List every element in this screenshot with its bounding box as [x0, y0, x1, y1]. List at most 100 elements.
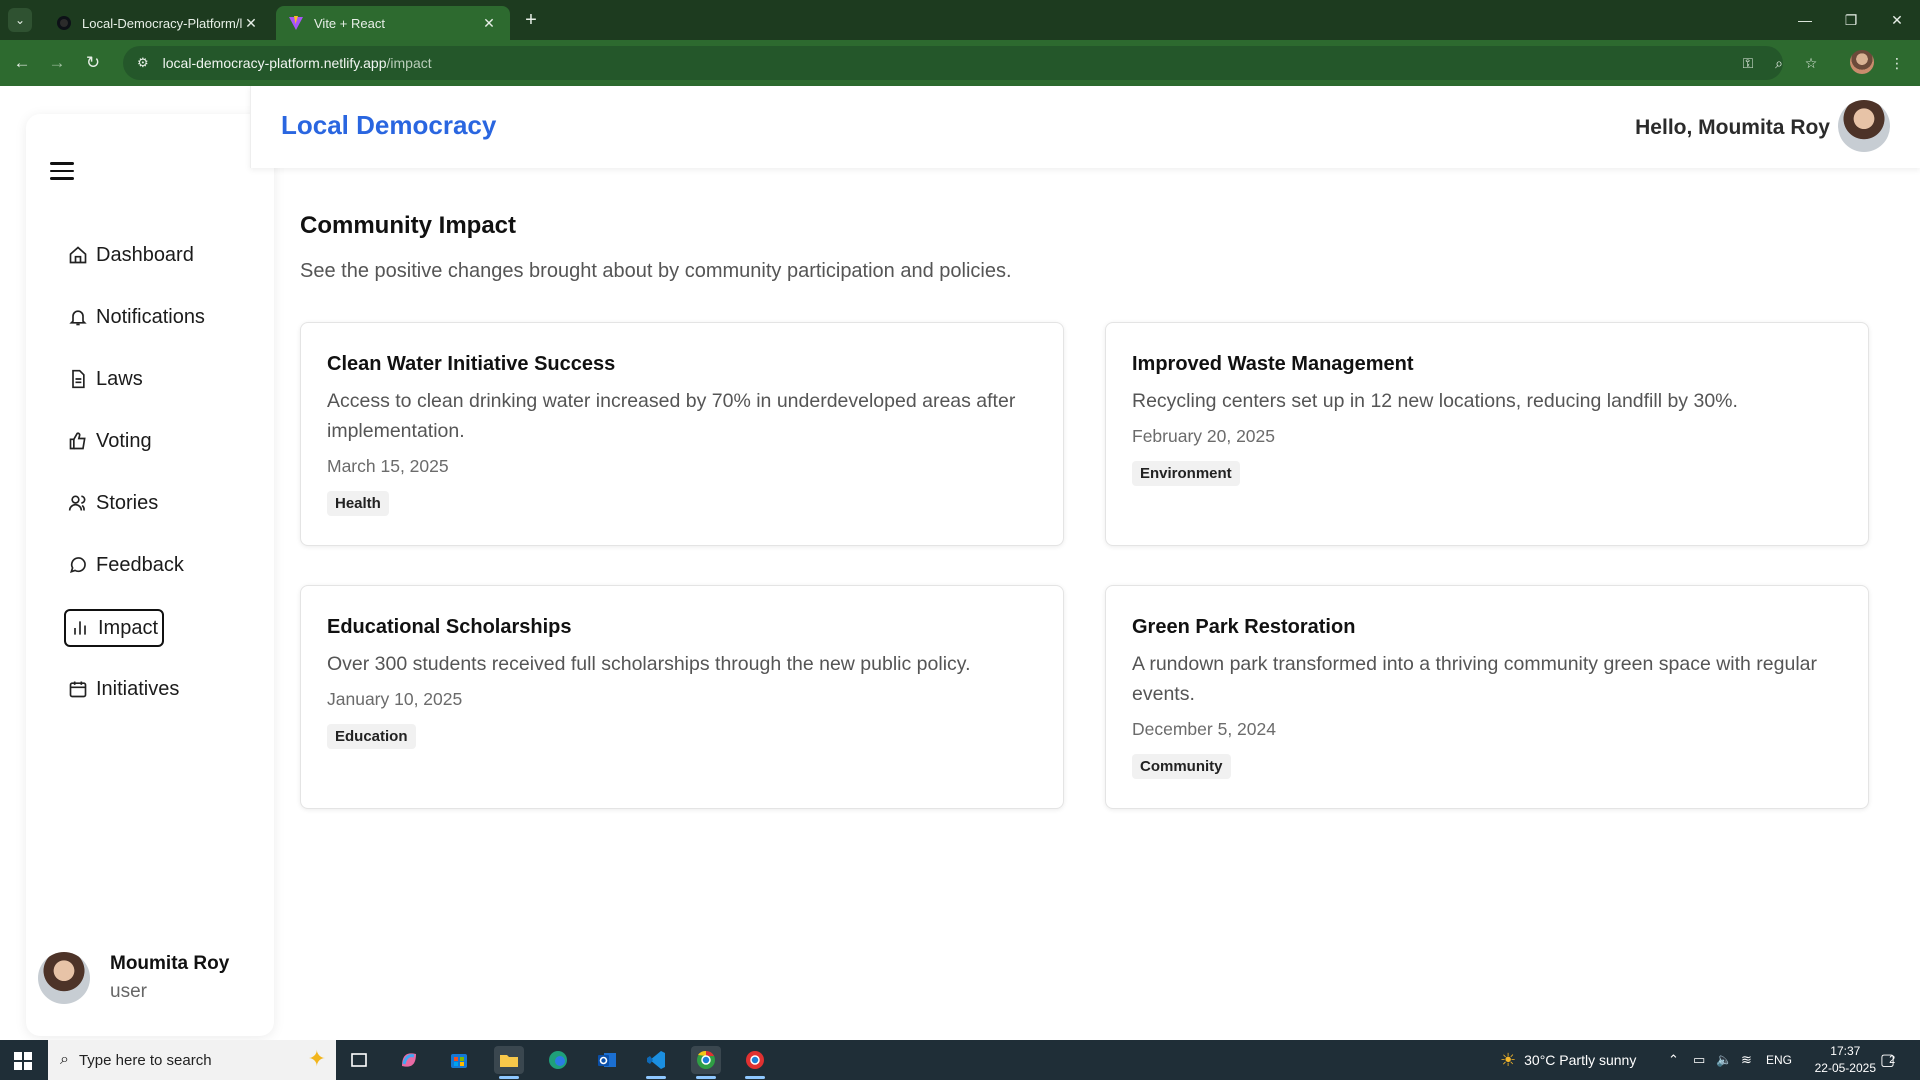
browser-tab-github[interactable]: Local-Democracy-Platform/local-democracy… — [44, 6, 272, 40]
site-info-icon[interactable]: ⚙ — [137, 55, 149, 71]
back-arrow-icon[interactable]: ← — [10, 51, 34, 75]
weather-text: 30°C Partly sunny — [1524, 1052, 1637, 1068]
windows-start-icon[interactable] — [14, 1052, 32, 1070]
sparkle-icon: ✦ — [307, 1046, 326, 1071]
impact-card: Educational Scholarships Over 300 studen… — [300, 585, 1064, 809]
bookmark-star-icon[interactable]: ☆ — [1800, 52, 1822, 74]
tab-title: Local-Democracy-Platform/local-democracy — [82, 15, 242, 31]
file-explorer-icon[interactable] — [494, 1046, 524, 1079]
clock-time: 17:37 — [1830, 1044, 1861, 1058]
home-icon — [69, 246, 87, 264]
taskbar-search-placeholder: Type here to search — [78, 1051, 212, 1069]
card-title: Improved Waste Management — [1132, 353, 1414, 375]
browser-profile-avatar[interactable] — [1850, 50, 1874, 74]
card-title: Educational Scholarships — [327, 616, 572, 638]
sidebar-item-label: Stories — [96, 491, 159, 514]
user-role: user — [110, 981, 147, 1002]
brand-title[interactable]: Local Democracy — [281, 110, 496, 141]
chevron-down-icon: ⌄ — [14, 13, 26, 27]
sidebar-item-label: Voting — [96, 429, 152, 452]
notification-center-icon[interactable]: ▢ 2 — [1880, 1040, 1895, 1080]
app-root: Dashboard Notifications Laws Voting Stor… — [0, 86, 1920, 1040]
card-date: December 5, 2024 — [1132, 719, 1276, 739]
greeting-text: Hello, Moumita Roy — [1635, 116, 1830, 139]
sidebar-item-label: Impact — [98, 616, 159, 639]
store-icon[interactable] — [444, 1046, 474, 1074]
users-icon — [68, 495, 86, 511]
sidebar-item-dashboard[interactable]: Dashboard — [64, 236, 198, 274]
outlook-icon[interactable] — [592, 1046, 622, 1074]
vite-icon — [289, 16, 303, 30]
task-view-icon[interactable] — [344, 1046, 374, 1074]
impact-card: Clean Water Initiative Success Access to… — [300, 322, 1064, 546]
avatar — [38, 952, 90, 1004]
password-key-icon[interactable]: ⚿ — [1737, 52, 1759, 74]
calendar-icon — [69, 681, 87, 698]
card-date: February 20, 2025 — [1132, 426, 1276, 446]
github-icon — [57, 16, 71, 30]
taskbar-clock[interactable]: 17:37 22-05-2025 — [1815, 1043, 1876, 1077]
restore-icon[interactable]: ❐ — [1828, 0, 1874, 40]
sidebar-user-card[interactable]: Moumita Roy user — [38, 952, 229, 1004]
card-title: Green Park Restoration — [1132, 616, 1356, 638]
page-title: Community Impact — [300, 212, 517, 239]
card-date: January 10, 2025 — [327, 689, 463, 709]
sidebar-item-initiatives[interactable]: Initiatives — [64, 670, 183, 708]
wifi-icon[interactable]: ≋ — [1741, 1040, 1752, 1080]
address-bar[interactable]: ⚙ local-democracy-platform.netlify.app/i… — [123, 46, 1783, 80]
user-name: Moumita Roy — [110, 953, 230, 974]
windows-taskbar: ⌕ Type here to search ✦ ☀ 30°C Partly su… — [0, 1040, 1920, 1080]
sidebar-item-feedback[interactable]: Feedback — [64, 546, 188, 584]
chat-icon — [70, 557, 86, 573]
sidebar-item-laws[interactable]: Laws — [64, 360, 147, 398]
weather-widget[interactable]: ☀ 30°C Partly sunny — [1500, 1040, 1636, 1080]
browser-tab-vite[interactable]: Vite + React ✕ — [276, 6, 510, 40]
clock-date: 22-05-2025 — [1814, 1061, 1876, 1075]
sidebar-item-impact[interactable]: Impact — [64, 609, 165, 647]
impact-card: Improved Waste Management Recycling cent… — [1105, 322, 1869, 546]
page-subtitle: See the positive changes brought about b… — [300, 260, 1012, 282]
sidebar-item-notifications[interactable]: Notifications — [64, 298, 209, 336]
tab-search-button[interactable]: ⌄ — [8, 8, 32, 32]
copilot-icon[interactable] — [394, 1046, 424, 1074]
edge-icon[interactable] — [543, 1046, 573, 1074]
zoom-icon[interactable]: ⌕ — [1768, 52, 1790, 74]
chrome-profile-icon[interactable] — [740, 1046, 770, 1079]
menu-kebab-icon[interactable]: ⋮ — [1886, 52, 1908, 74]
sidebar-item-label: Laws — [96, 367, 143, 390]
sidebar-item-label: Initiatives — [96, 677, 180, 700]
close-tab-icon[interactable]: ✕ — [242, 15, 260, 32]
battery-icon[interactable]: ▭ — [1693, 1040, 1705, 1080]
tray-overflow-icon[interactable]: ⌃ — [1668, 1040, 1679, 1080]
browser-toolbar: ← → ↻ ⚙ local-democracy-platform.netlify… — [0, 40, 1920, 86]
header-avatar[interactable] — [1838, 100, 1890, 152]
card-description: Access to clean drinking water increased… — [327, 390, 1016, 442]
search-icon: ⌕ — [60, 1051, 69, 1068]
vscode-icon[interactable] — [641, 1046, 671, 1079]
volume-icon[interactable]: 🔈 — [1716, 1040, 1732, 1080]
weather-icon: ☀ — [1500, 1049, 1517, 1070]
bar-chart-icon — [74, 621, 86, 635]
sidebar: Dashboard Notifications Laws Voting Stor… — [26, 114, 274, 1036]
card-description: Recycling centers set up in 12 new locat… — [1132, 390, 1738, 412]
sidebar-item-label: Feedback — [96, 553, 184, 576]
new-tab-button[interactable]: + — [519, 8, 543, 32]
taskbar-search-box[interactable]: ⌕ Type here to search ✦ — [48, 1040, 336, 1080]
thumbs-up-icon — [69, 432, 86, 450]
close-tab-icon[interactable]: ✕ — [480, 15, 498, 32]
sidebar-item-label: Dashboard — [96, 243, 194, 266]
impact-card: Green Park Restoration A rundown park tr… — [1105, 585, 1869, 809]
sidebar-item-voting[interactable]: Voting — [64, 422, 156, 460]
chrome-icon[interactable] — [691, 1046, 721, 1079]
sidebar-item-stories[interactable]: Stories — [64, 484, 162, 522]
reload-icon[interactable]: ↻ — [81, 51, 105, 75]
forward-arrow-icon[interactable]: → — [45, 51, 69, 75]
language-indicator[interactable]: ENG — [1766, 1040, 1792, 1080]
browser-tab-strip: ⌄ Local-Democracy-Platform/local-democra… — [0, 0, 1920, 40]
app-header: Local Democracy Hello, Moumita Roy — [250, 86, 1920, 168]
sidebar-item-label: Notifications — [96, 305, 205, 328]
minimize-icon[interactable]: — — [1782, 0, 1828, 40]
close-window-icon[interactable]: ✕ — [1874, 0, 1920, 40]
notification-count: 2 — [1889, 1054, 1896, 1066]
hamburger-menu-icon[interactable] — [50, 162, 74, 180]
